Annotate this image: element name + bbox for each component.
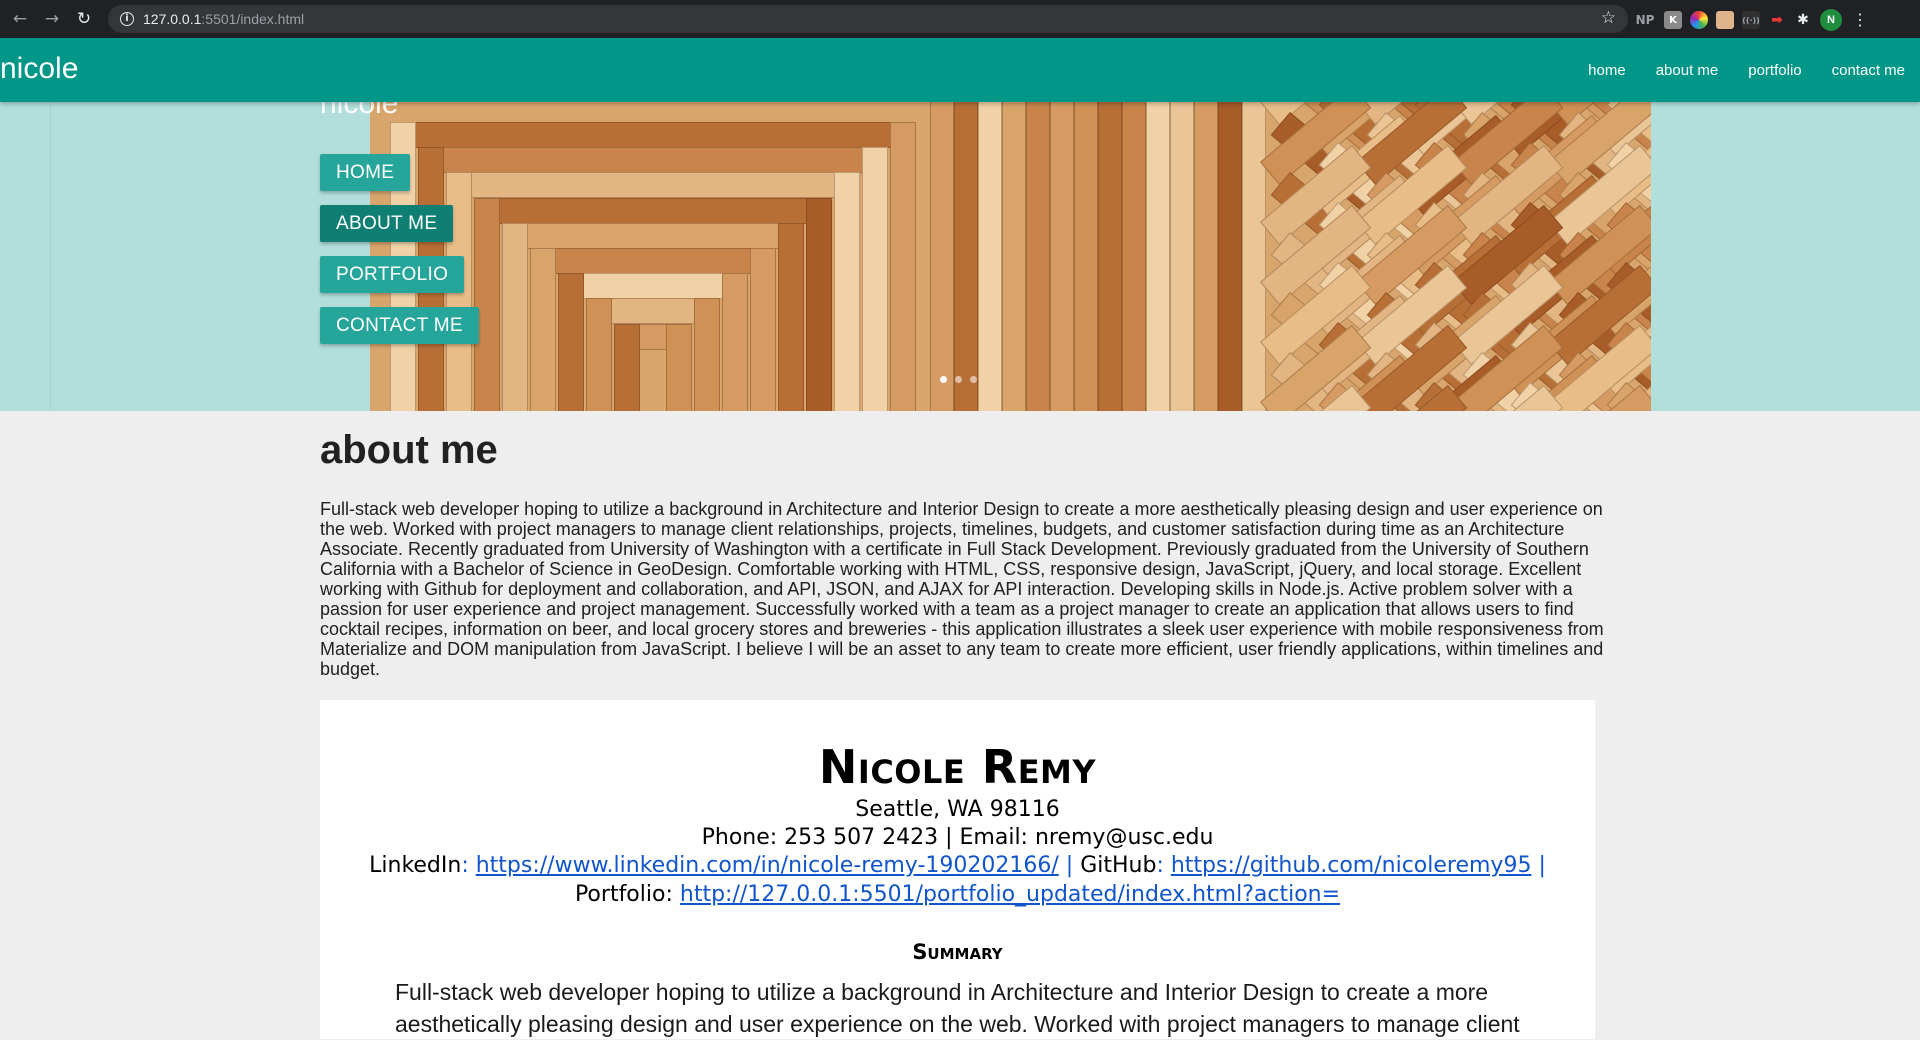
hero-section: nicole HOME ABOUT ME PORTFOLIO CONTACT M… bbox=[0, 102, 1920, 411]
about-paragraph: Full-stack web developer hoping to utili… bbox=[320, 499, 1604, 679]
forward-icon[interactable]: → bbox=[40, 7, 64, 31]
address-bar[interactable]: i 127.0.0.1:5501/index.html ☆ bbox=[108, 5, 1628, 33]
profile-avatar[interactable]: N bbox=[1820, 9, 1842, 31]
about-heading: about me bbox=[320, 428, 498, 472]
linkedin-label: LinkedIn bbox=[369, 853, 462, 878]
nav-link-about-me[interactable]: about me bbox=[1656, 62, 1719, 79]
hero-button-contact-me[interactable]: CONTACT ME bbox=[320, 307, 479, 344]
resume-links-line: LinkedIn: https://www.linkedin.com/in/ni… bbox=[369, 853, 1546, 878]
color-picker-extension-icon[interactable] bbox=[1690, 11, 1708, 29]
nav-link-home[interactable]: home bbox=[1588, 62, 1626, 79]
carousel-dot[interactable] bbox=[970, 376, 977, 383]
k-extension-icon[interactable]: K bbox=[1664, 11, 1682, 29]
arrow-extension-icon[interactable]: ➡ bbox=[1768, 11, 1786, 29]
browser-menu-icon[interactable]: ⋮ bbox=[1852, 10, 1868, 30]
hero-button-home[interactable]: HOME bbox=[320, 154, 411, 191]
carousel-indicators bbox=[940, 376, 977, 383]
summary-text: Full-stack web developer hoping to utili… bbox=[395, 979, 1520, 1037]
site-navbar: nicole home about me portfolio contact m… bbox=[0, 38, 1920, 102]
nav-links: home about me portfolio contact me bbox=[1558, 38, 1905, 102]
face-extension-icon[interactable] bbox=[1716, 11, 1734, 29]
resume-portfolio-line: Portfolio: http://127.0.0.1:5501/portfol… bbox=[320, 882, 1595, 907]
np-extension-icon[interactable]: NP bbox=[1634, 11, 1656, 29]
portfolio-link[interactable]: http://127.0.0.1:5501/portfolio_updated/… bbox=[680, 882, 1340, 907]
resume-address: Seattle, WA 98116 bbox=[855, 797, 1060, 822]
hero-brand-text: nicole bbox=[320, 102, 399, 120]
github-label: GitHub bbox=[1080, 853, 1157, 878]
reload-icon[interactable]: ↻ bbox=[72, 7, 96, 31]
nav-link-portfolio[interactable]: portfolio bbox=[1748, 62, 1801, 79]
hero-divider bbox=[50, 102, 51, 411]
linkedin-link[interactable]: https://www.linkedin.com/in/nicole-remy-… bbox=[476, 853, 1059, 878]
browser-toolbar: ← → ↻ i 127.0.0.1:5501/index.html ☆ NP K… bbox=[0, 0, 1920, 38]
extensions-puzzle-icon[interactable]: ✱ bbox=[1794, 11, 1812, 29]
back-icon[interactable]: ← bbox=[8, 7, 32, 31]
hero-button-about-me[interactable]: ABOUT ME bbox=[320, 205, 454, 242]
github-link[interactable]: https://github.com/nicoleremy95 bbox=[1171, 853, 1532, 878]
parquet-floor-image bbox=[370, 102, 1651, 411]
url-host: 127.0.0.1 bbox=[143, 11, 202, 27]
site-info-icon[interactable]: i bbox=[120, 12, 134, 26]
carousel-dot[interactable] bbox=[940, 376, 947, 383]
resume-name: Nicole Remy bbox=[818, 740, 1097, 794]
extensions-bar: NP K ((·)) ➡ ✱ N ⋮ bbox=[1634, 9, 1868, 31]
summary-heading: Summary bbox=[912, 940, 1003, 964]
url-text[interactable]: 127.0.0.1:5501/index.html bbox=[143, 11, 304, 27]
nav-link-contact-me[interactable]: contact me bbox=[1832, 62, 1905, 79]
resume-document: Nicole Remy Seattle, WA 98116 Phone: 253… bbox=[320, 700, 1595, 1039]
resume-contact: Phone: 253 507 2423 | Email: nremy@usc.e… bbox=[701, 825, 1214, 850]
dark-extension-icon[interactable]: ((·)) bbox=[1742, 11, 1760, 29]
hero-button-portfolio[interactable]: PORTFOLIO bbox=[320, 256, 465, 293]
bookmark-star-icon[interactable]: ☆ bbox=[1601, 8, 1616, 28]
portfolio-label: Portfolio: bbox=[574, 882, 680, 907]
url-path: :5501/index.html bbox=[201, 11, 305, 27]
brand-logo[interactable]: nicole bbox=[0, 52, 78, 86]
carousel-dot[interactable] bbox=[955, 376, 962, 383]
